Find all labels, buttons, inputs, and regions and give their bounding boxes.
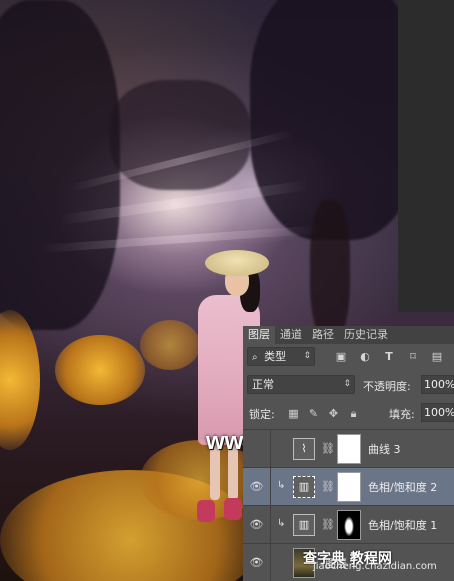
- layer-name: 色相/饱和度 2: [368, 481, 438, 494]
- lock-move-icon[interactable]: ✥: [327, 407, 340, 420]
- chevron-updown-icon: ⇕: [343, 379, 351, 389]
- eye-icon[interactable]: 👁︎: [243, 506, 271, 544]
- lock-brush-icon[interactable]: ✎: [307, 407, 320, 420]
- opacity-label: 不透明度:: [363, 380, 411, 393]
- filter-shape-icon[interactable]: ⌑: [406, 350, 420, 364]
- tab-history[interactable]: 历史记录: [339, 326, 393, 344]
- workspace-background: [398, 0, 454, 312]
- hue-saturation-adjustment-icon: ▥: [293, 514, 315, 536]
- eye-icon[interactable]: 👁︎: [243, 544, 271, 581]
- layer-row[interactable]: ⌇ ⛓ 曲线 3: [243, 429, 454, 468]
- layer-filter-select[interactable]: ⌕ 类型 ⇕: [247, 347, 315, 366]
- tab-layers[interactable]: 图层: [243, 326, 275, 344]
- layer-name: 曲线 3: [368, 443, 401, 456]
- lock-label: 锁定:: [249, 408, 275, 421]
- dark-trunk: [310, 200, 350, 340]
- filter-row: ⌕ 类型 ⇕ ▣ ◐ T ⌑ ▤: [243, 347, 454, 367]
- filter-pixel-icon[interactable]: ▣: [334, 350, 348, 364]
- clipping-arrow-icon: ↳: [277, 480, 286, 491]
- layers-panel: 图层 通道 路径 历史记录 ⌕ 类型 ⇕ ▣ ◐ T ⌑ ▤ 正常 ⇕ 不透明度…: [243, 326, 454, 581]
- tab-channels[interactable]: 通道: [275, 326, 307, 344]
- autumn-foliage: [55, 335, 145, 405]
- dark-foliage: [0, 0, 120, 330]
- eye-icon[interactable]: 👁︎: [243, 468, 271, 506]
- lock-transparency-icon[interactable]: ▦: [287, 407, 300, 420]
- layer-row[interactable]: 👁︎ ↳ ▥ ⛓ 色相/饱和度 1: [243, 505, 454, 544]
- lock-row: 锁定: ▦ ✎ ✥ 🔒︎ 填充: 100%: [243, 403, 454, 423]
- link-icon: ⛓: [321, 442, 335, 455]
- link-icon: ⛓: [321, 518, 335, 531]
- autumn-foliage: [140, 320, 200, 370]
- lock-all-icon[interactable]: 🔒︎: [347, 407, 360, 420]
- layer-name: 色相/饱和度 1: [368, 519, 438, 532]
- fill-input[interactable]: 100%: [421, 403, 454, 422]
- panel-tabs: 图层 通道 路径 历史记录: [243, 326, 454, 344]
- curves-adjustment-icon: ⌇: [293, 438, 315, 460]
- blend-row: 正常 ⇕ 不透明度: 100%: [243, 375, 454, 395]
- opacity-input[interactable]: 100%: [421, 375, 454, 394]
- filter-type-icon[interactable]: T: [382, 350, 396, 364]
- autumn-foliage: [0, 310, 40, 450]
- blend-mode-value: 正常: [252, 378, 274, 391]
- layer-mask-thumbnail[interactable]: [337, 434, 361, 464]
- search-icon: ⌕: [252, 352, 258, 363]
- filter-label: 类型: [264, 350, 287, 363]
- filter-adjustment-icon[interactable]: ◐: [358, 350, 372, 364]
- clipping-arrow-icon: ↳: [277, 518, 286, 529]
- layer-row-selected[interactable]: 👁︎ ↳ ▥ ⛓ 色相/饱和度 2: [243, 467, 454, 506]
- girl-shoe: [224, 498, 242, 520]
- tab-paths[interactable]: 路径: [307, 326, 339, 344]
- filter-smartobject-icon[interactable]: ▤: [430, 350, 444, 364]
- girl-shoe: [197, 500, 215, 522]
- girl-hat: [205, 250, 269, 276]
- layer-mask-thumbnail[interactable]: [337, 472, 361, 502]
- site-url-watermark: jiaocheng.chazidian.com: [313, 561, 437, 572]
- visibility-toggle[interactable]: [243, 430, 271, 468]
- link-icon: ⛓: [321, 480, 335, 493]
- fill-label: 填充:: [389, 408, 415, 421]
- hue-saturation-adjustment-icon: ▥: [293, 476, 315, 498]
- blend-mode-select[interactable]: 正常 ⇕: [247, 375, 355, 394]
- chevron-updown-icon: ⇕: [303, 351, 311, 361]
- layer-mask-thumbnail[interactable]: [337, 510, 361, 540]
